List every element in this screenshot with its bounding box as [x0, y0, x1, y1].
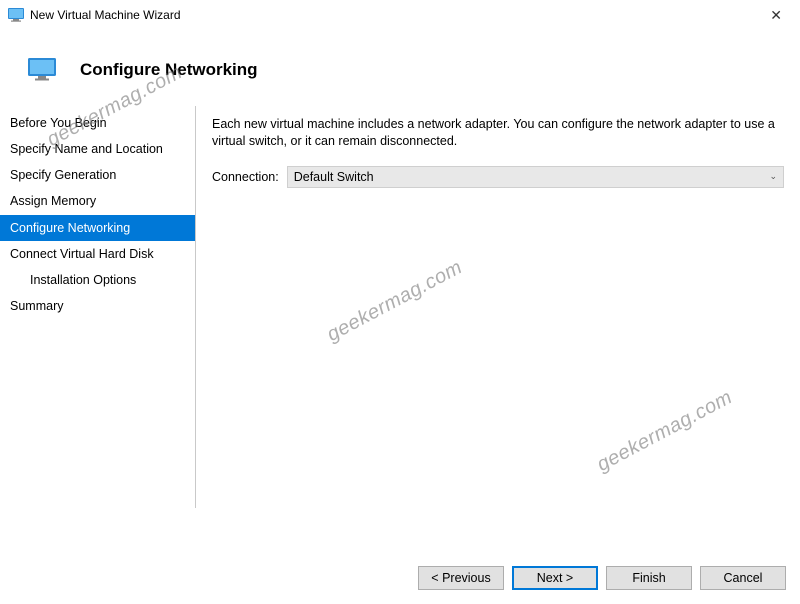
step-configure-networking[interactable]: Configure Networking [0, 215, 195, 241]
app-icon [8, 8, 24, 22]
sidebar-item-label: Specify Generation [10, 168, 116, 182]
page-title: Configure Networking [80, 60, 258, 80]
wizard-header: Configure Networking [0, 30, 800, 106]
close-icon[interactable]: ✕ [762, 4, 790, 26]
wizard-window: New Virtual Machine Wizard ✕ Configure N… [0, 0, 800, 604]
button-label: Finish [632, 571, 665, 585]
finish-button[interactable]: Finish [606, 566, 692, 590]
button-label: < Previous [431, 571, 490, 585]
sidebar-item-label: Specify Name and Location [10, 142, 163, 156]
titlebar-left: New Virtual Machine Wizard [8, 8, 181, 22]
step-assign-memory[interactable]: Assign Memory [0, 188, 195, 214]
step-installation-options[interactable]: Installation Options [0, 267, 195, 293]
description-text: Each new virtual machine includes a netw… [212, 116, 784, 150]
step-connect-vhd[interactable]: Connect Virtual Hard Disk [0, 241, 195, 267]
sidebar-item-label: Before You Begin [10, 116, 107, 130]
chevron-down-icon: ⌄ [769, 171, 777, 182]
wizard-footer: < Previous Next > Finish Cancel [0, 552, 800, 604]
step-specify-generation[interactable]: Specify Generation [0, 162, 195, 188]
connection-label: Connection: [212, 170, 279, 184]
step-before-you-begin[interactable]: Before You Begin [0, 110, 195, 136]
sidebar-item-label: Configure Networking [10, 221, 130, 235]
sidebar-item-label: Summary [10, 299, 63, 313]
steps-sidebar: Before You Begin Specify Name and Locati… [0, 106, 196, 508]
connection-value: Default Switch [294, 170, 374, 184]
monitor-icon [28, 58, 56, 82]
next-button[interactable]: Next > [512, 566, 598, 590]
sidebar-item-label: Installation Options [30, 273, 136, 287]
cancel-button[interactable]: Cancel [700, 566, 786, 590]
button-label: Cancel [724, 571, 763, 585]
connection-field: Connection: Default Switch ⌄ [212, 166, 784, 188]
step-specify-name-location[interactable]: Specify Name and Location [0, 136, 195, 162]
wizard-content: Each new virtual machine includes a netw… [196, 106, 800, 552]
sidebar-item-label: Assign Memory [10, 194, 96, 208]
connection-select[interactable]: Default Switch ⌄ [287, 166, 784, 188]
button-label: Next > [537, 571, 573, 585]
previous-button[interactable]: < Previous [418, 566, 504, 590]
window-title: New Virtual Machine Wizard [30, 8, 181, 22]
sidebar-item-label: Connect Virtual Hard Disk [10, 247, 154, 261]
step-summary[interactable]: Summary [0, 293, 195, 319]
wizard-body: Before You Begin Specify Name and Locati… [0, 106, 800, 552]
titlebar: New Virtual Machine Wizard ✕ [0, 0, 800, 30]
